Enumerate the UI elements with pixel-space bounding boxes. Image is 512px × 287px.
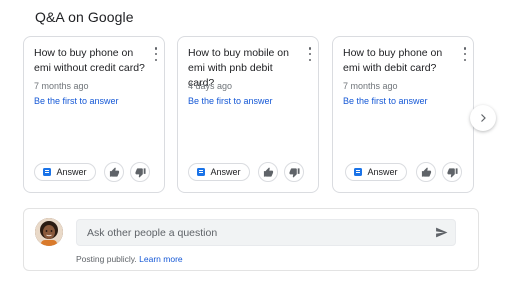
more-vert-icon[interactable] — [306, 47, 314, 61]
more-vert-icon[interactable] — [152, 47, 160, 61]
thumb-up-button[interactable] — [416, 162, 436, 182]
ask-question-box: Posting publicly. Learn more — [23, 208, 479, 271]
answer-button-label: Answer — [367, 167, 398, 177]
be-first-to-answer-link[interactable]: Be the first to answer — [34, 96, 119, 106]
thumb-up-icon — [263, 166, 273, 177]
qa-panel: Q&A on Google How to buy phone on emi wi… — [0, 0, 512, 287]
question-text[interactable]: How to buy phone on emi with debit card? — [343, 46, 455, 76]
question-age: 4 days ago — [188, 81, 233, 91]
thumb-up-button[interactable] — [258, 162, 278, 182]
next-questions-button[interactable] — [470, 105, 496, 131]
answer-button-label: Answer — [210, 167, 241, 177]
answer-icon — [43, 168, 52, 176]
thumb-down-button[interactable] — [284, 162, 304, 182]
posting-note-text: Posting publicly. — [76, 254, 137, 264]
question-age: 7 months ago — [343, 81, 398, 91]
thumb-down-icon — [134, 167, 146, 178]
question-age: 7 months ago — [34, 81, 89, 91]
question-text[interactable]: How to buy phone on emi without credit c… — [34, 46, 146, 76]
ask-question-input[interactable] — [76, 219, 456, 246]
question-card[interactable]: How to buy phone on emi without credit c… — [23, 36, 165, 193]
answer-button[interactable]: Answer — [345, 163, 407, 181]
answer-icon — [354, 168, 363, 176]
question-card[interactable]: How to buy phone on emi with debit card?… — [332, 36, 474, 193]
thumb-up-icon — [109, 166, 119, 177]
send-icon[interactable] — [435, 226, 448, 239]
answer-icon — [197, 168, 206, 176]
question-card[interactable]: How to buy mobile on emi with pnb debit … — [177, 36, 319, 193]
answer-button-label: Answer — [56, 167, 87, 177]
thumb-down-icon — [288, 167, 300, 178]
learn-more-link[interactable]: Learn more — [139, 254, 182, 264]
thumb-down-icon — [446, 167, 458, 178]
chevron-right-icon — [481, 114, 486, 122]
more-vert-icon[interactable] — [461, 47, 469, 61]
thumb-down-button[interactable] — [130, 162, 150, 182]
be-first-to-answer-link[interactable]: Be the first to answer — [343, 96, 428, 106]
thumb-up-icon — [421, 166, 431, 177]
thumb-down-button[interactable] — [442, 162, 462, 182]
avatar — [35, 218, 63, 246]
posting-note: Posting publicly. Learn more — [76, 254, 183, 264]
section-title: Q&A on Google — [35, 9, 134, 25]
thumb-up-button[interactable] — [104, 162, 124, 182]
answer-button[interactable]: Answer — [34, 163, 96, 181]
be-first-to-answer-link[interactable]: Be the first to answer — [188, 96, 273, 106]
answer-button[interactable]: Answer — [188, 163, 250, 181]
